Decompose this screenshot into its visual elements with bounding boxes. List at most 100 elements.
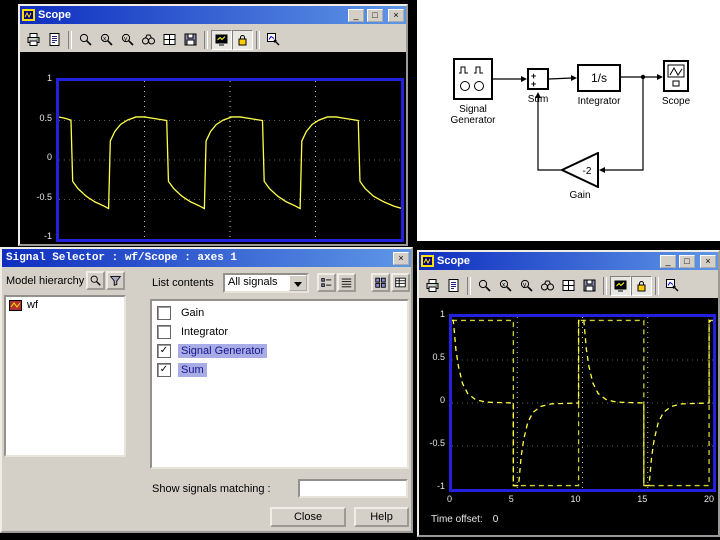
- model-hierarchy-tree[interactable]: wf: [4, 295, 126, 457]
- signal-selector-icon-button[interactable]: [263, 30, 284, 50]
- signal-selector-dialog: Signal Selector : wf/Scope : axes 1 × Mo…: [0, 247, 413, 533]
- save-icon-button[interactable]: [579, 276, 600, 296]
- axis-tick-label: 0: [46, 152, 52, 162]
- axes-properties-icon-button[interactable]: [159, 30, 180, 50]
- minimize-button[interactable]: _: [660, 254, 676, 268]
- close-dialog-button[interactable]: Close: [270, 507, 346, 527]
- scope2-plot-box[interactable]: [449, 314, 716, 492]
- scope1-y-axis-labels: 1 0.5 0 -0.5 -1: [26, 72, 52, 242]
- signal-label[interactable]: Integrator: [178, 325, 231, 339]
- integrator-transfer-function: 1/s: [590, 71, 607, 85]
- selector-titlebar[interactable]: Signal Selector : wf/Scope : axes 1 ×: [2, 249, 411, 267]
- signal-selector-icon-button[interactable]: [662, 276, 683, 296]
- scope1-plot-box[interactable]: [56, 78, 404, 242]
- signal-label[interactable]: Gain: [178, 306, 207, 320]
- signal-row: ✓ Sum: [152, 360, 407, 379]
- signal-row: Gain: [152, 303, 407, 322]
- zoom-y-icon-button[interactable]: y: [516, 276, 537, 296]
- model-hierarchy-label: Model hierarchy: [6, 275, 85, 287]
- zoom-x-icon-button[interactable]: x: [96, 30, 117, 50]
- signal-checkbox[interactable]: ✓: [157, 343, 171, 358]
- gain-label: Gain: [569, 190, 591, 201]
- minimize-button[interactable]: _: [348, 8, 364, 22]
- view-grid-button[interactable]: [391, 273, 410, 292]
- axis-tick-label: 10: [570, 494, 581, 504]
- zoom-icon-button[interactable]: [75, 30, 96, 50]
- maximize-button[interactable]: □: [679, 254, 695, 268]
- save-icon-button[interactable]: [180, 30, 201, 50]
- find-icon-button[interactable]: [537, 276, 558, 296]
- scope-block-icon: [667, 64, 685, 87]
- find-icon-button[interactable]: [138, 30, 159, 50]
- scope-block[interactable]: [663, 60, 689, 92]
- signals-matching-input[interactable]: [298, 479, 408, 498]
- time-offset-value: 0: [492, 514, 499, 525]
- zoom-x-icon-button[interactable]: x: [495, 276, 516, 296]
- show-signals-matching-label: Show signals matching :: [152, 483, 271, 495]
- signal-generator-block[interactable]: [453, 58, 493, 100]
- lock-icon-button[interactable]: [631, 275, 652, 296]
- axis-tick-label: -0.5: [36, 191, 52, 202]
- toolbar-separator: [603, 276, 607, 295]
- signals-list[interactable]: Gain Integrator ✓ Signal Generator ✓ Sum: [150, 299, 409, 469]
- signal-checkbox[interactable]: [157, 324, 171, 339]
- close-button[interactable]: ×: [388, 8, 404, 22]
- scope1-titlebar[interactable]: Scope _ □ ×: [20, 6, 406, 24]
- view-details-button[interactable]: [337, 273, 356, 292]
- list-contents-dropdown[interactable]: All signals: [223, 273, 309, 293]
- gain-value: -2: [583, 166, 592, 177]
- scope-block-label: Scope: [661, 96, 691, 107]
- zoom-icon-button[interactable]: [474, 276, 495, 296]
- sum-block[interactable]: + +: [527, 68, 549, 90]
- view-tiles-button[interactable]: [371, 273, 390, 292]
- scope-app-icon: [22, 9, 35, 21]
- float-icon-button[interactable]: [211, 29, 232, 50]
- scope-app-icon: [421, 255, 434, 267]
- axis-tick-label: 15: [637, 494, 648, 504]
- tree-item-label[interactable]: wf: [27, 299, 38, 311]
- scope2-x-axis-labels: 0 5 10 15 20: [447, 494, 714, 504]
- zoom-y-icon-button[interactable]: y: [117, 30, 138, 50]
- scope-window-1: Scope _ □ × xy 1 0.5 0 -0.5 -1: [18, 4, 408, 246]
- report-icon-button[interactable]: [443, 276, 464, 296]
- toolbar-separator: [256, 30, 260, 49]
- simulink-model-canvas: Signal Generator + + Sum 1/s Integrator …: [417, 0, 720, 241]
- integrator-label: Integrator: [577, 96, 621, 107]
- scope2-plot-area: 1 0.5 0 -0.5 -1 0 5 10 15 20 Time offset: 0: [419, 298, 718, 535]
- signal-checkbox[interactable]: [157, 305, 171, 320]
- report-icon-button[interactable]: [44, 30, 65, 50]
- sum-label: Sum: [527, 94, 549, 105]
- axis-tick-label: 0: [439, 395, 445, 405]
- signal-label[interactable]: Signal Generator: [178, 343, 268, 358]
- close-button[interactable]: ×: [700, 254, 716, 268]
- hierarchy-toolbar: [86, 271, 126, 290]
- desktop: Signal Generator + + Sum 1/s Integrator …: [0, 0, 720, 540]
- float-icon-button[interactable]: [610, 275, 631, 296]
- dropdown-arrow-icon[interactable]: [289, 275, 307, 291]
- scope1-plot-area: 1 0.5 0 -0.5 -1: [20, 52, 406, 244]
- help-button[interactable]: Help: [354, 507, 409, 527]
- signal-checkbox[interactable]: ✓: [157, 362, 171, 377]
- print-icon-button[interactable]: [422, 276, 443, 296]
- time-offset: Time offset: 0: [431, 514, 498, 525]
- print-icon-button[interactable]: [23, 30, 44, 50]
- scope2-titlebar[interactable]: Scope _ □ ×: [419, 252, 718, 270]
- integrator-block[interactable]: 1/s: [577, 64, 621, 92]
- tree-item-wf[interactable]: wf: [6, 297, 124, 313]
- window-title: Scope: [437, 255, 471, 267]
- sum-plus-sign-bottom: +: [531, 79, 537, 89]
- signal-generator-icon: [459, 66, 484, 91]
- signal-label[interactable]: Sum: [178, 362, 207, 377]
- lock-icon-button[interactable]: [232, 29, 253, 50]
- maximize-button[interactable]: □: [367, 8, 383, 22]
- scope1-trace-canvas: [59, 81, 401, 239]
- view-list-button[interactable]: [317, 273, 336, 292]
- tree-find-button[interactable]: [86, 271, 105, 290]
- close-button[interactable]: ×: [393, 251, 409, 265]
- toolbar-separator: [467, 276, 471, 295]
- gain-block[interactable]: -2: [561, 152, 599, 188]
- axis-tick-label: -1: [436, 481, 445, 491]
- axis-tick-label: -0.5: [429, 438, 445, 448]
- tree-opts-button[interactable]: [106, 271, 125, 290]
- axes-properties-icon-button[interactable]: [558, 276, 579, 296]
